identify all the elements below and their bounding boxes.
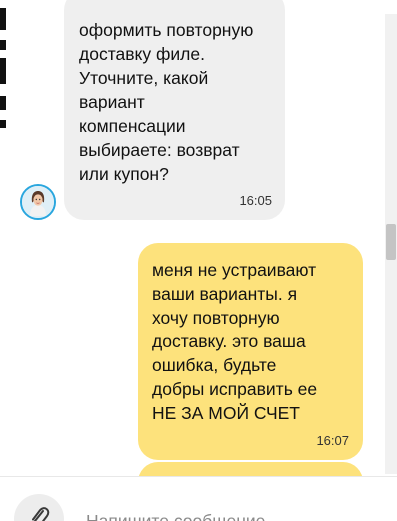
outgoing-message-time: 16:07 — [316, 433, 349, 448]
support-agent-avatar[interactable] — [20, 184, 56, 220]
attach-button[interactable] — [14, 494, 64, 521]
message-input[interactable] — [86, 507, 366, 521]
incoming-message-bubble: оформить повторную доставку филе. Уточни… — [64, 0, 285, 220]
message-list[interactable]: оформить повторную доставку филе. Уточни… — [0, 0, 397, 476]
outgoing-message-text: меня не устраивают ваши варианты. я хочу… — [152, 260, 318, 423]
outgoing-message-bubble-partial — [138, 462, 363, 476]
avatar-portrait-icon — [22, 186, 54, 218]
scrollbar-thumb[interactable] — [386, 224, 396, 260]
incoming-message-text: оформить повторную доставку филе. Уточни… — [79, 20, 254, 184]
paperclip-icon — [32, 507, 50, 521]
message-composer — [0, 476, 397, 521]
chat-window: оформить повторную доставку филе. Уточни… — [0, 0, 397, 521]
incoming-message-time: 16:05 — [239, 193, 272, 208]
outgoing-message-bubble: меня не устраивают ваши варианты. я хочу… — [138, 243, 363, 460]
